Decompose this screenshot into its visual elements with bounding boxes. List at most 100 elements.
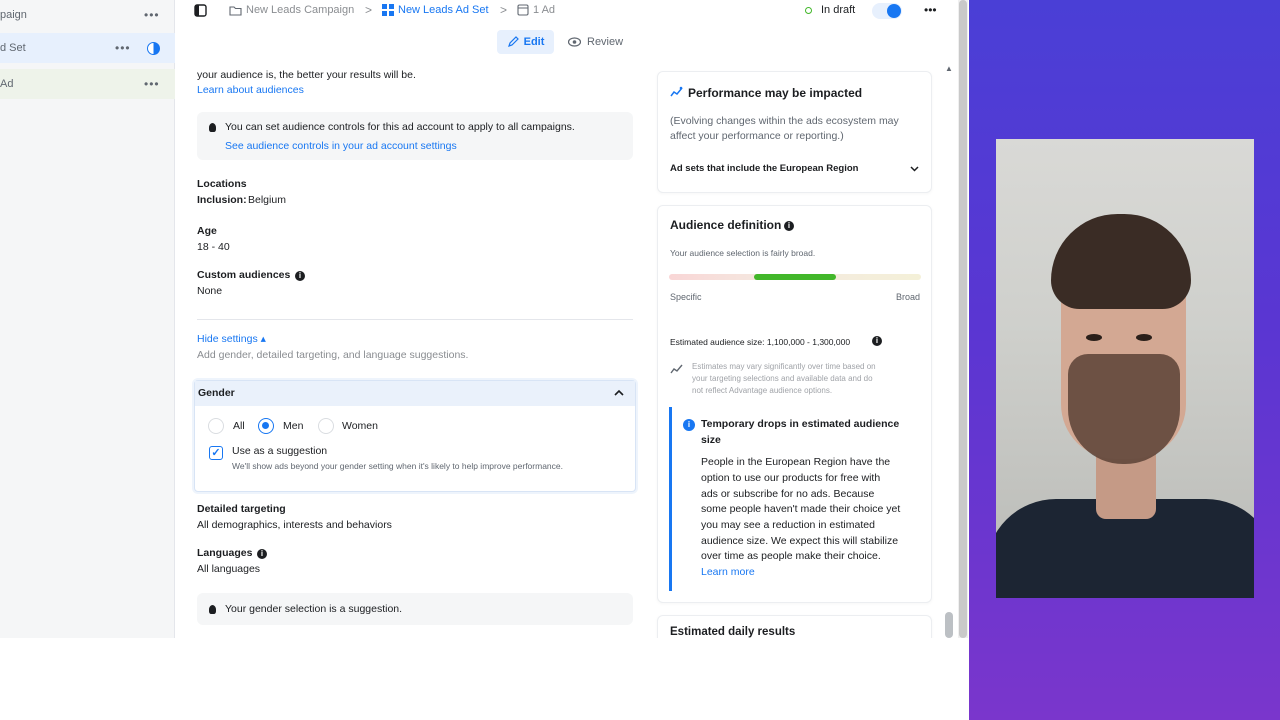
audience-controls-note: You can set audience controls for this a… [197,112,633,160]
panel-scrollbar[interactable]: ▲ [943,62,955,638]
detailed-targeting-title: Detailed targeting [197,503,286,515]
draft-status-icon [805,6,812,14]
sidebar-item-ad[interactable]: Ad ••• [0,69,175,99]
more-options-icon[interactable]: ••• [115,41,131,55]
age-title: Age [197,225,217,237]
panel-scrollbar-thumb[interactable] [945,612,953,638]
estimated-daily-results-title: Estimated daily results [670,626,796,638]
info-icon[interactable]: i [872,336,882,346]
info-icon[interactable]: i [257,549,267,559]
temporary-drops-body: ads or subscribe for no ads. Because [701,488,875,500]
gender-suggestion-text: Your gender selection is a suggestion. [225,603,403,615]
presenter-eye [1136,334,1152,341]
gender-section: Gender All Men Women ✓ Use as a suggesti… [194,380,636,492]
breadcrumb-campaign-label: New Leads Campaign [246,4,355,16]
lightbulb-icon [209,123,216,132]
temporary-drops-notice: i Temporary drops in estimated audience … [669,407,921,591]
inclusion-label: Inclusion: [197,194,247,206]
broad-label: Broad [896,292,921,302]
locations-title: Locations [197,178,247,190]
use-as-suggestion-label: Use as a suggestion [232,445,328,457]
adset-toggle[interactable] [872,3,902,19]
european-region-dropdown[interactable]: Ad sets that include the European Region [658,154,931,184]
info-icon[interactable]: i [784,221,794,231]
info-icon[interactable]: i [295,271,305,281]
breadcrumb-separator: > [365,3,373,17]
breadcrumb-ad-label: 1 Ad [533,4,556,16]
detailed-targeting-value: All demographics, interests and behavior… [197,519,392,531]
more-options-icon[interactable]: ••• [144,77,160,91]
audience-breadth-text: Your audience selection is fairly broad. [670,248,816,258]
estimate-disclaimer: Estimates may vary significantly over ti… [692,362,876,371]
sidebar-toggle-icon[interactable] [194,4,207,17]
webcam-feed [996,139,1254,598]
performance-warning-card: Performance may be impacted (Evolving ch… [657,71,932,193]
tab-review[interactable]: Review [568,30,623,54]
inclusion-value: Belgium [248,194,286,206]
gender-women-radio[interactable] [318,418,334,434]
hide-settings-description: Add gender, detailed targeting, and lang… [197,349,469,361]
grid-icon [382,4,394,16]
sidebar-item-campaign[interactable]: paign ••• [0,0,175,30]
gender-all-label: All [233,420,245,432]
pencil-icon [507,36,519,47]
gender-header[interactable]: Gender [195,381,635,406]
breadcrumb-separator: > [500,3,508,17]
tab-review-label: Review [587,36,624,48]
chevron-down-icon [910,166,919,172]
draft-status: In draft [805,4,855,16]
gender-men-radio[interactable] [258,418,274,434]
breadcrumb-ad[interactable]: 1 Ad [517,4,555,16]
performance-title: Performance may be impacted [688,86,863,100]
campaign-tree-sidebar: paign ••• d Set ••• Ad ••• [0,0,175,638]
learn-about-audiences-link[interactable]: Learn about audiences [197,84,304,96]
temporary-drops-body: you may see a reduction in estimated [701,519,875,531]
tab-edit[interactable]: Edit [497,30,554,54]
window-scrollbar[interactable] [958,0,968,638]
sidebar-item-adset[interactable]: d Set ••• [0,33,175,63]
audience-breadth-indicator [754,274,836,280]
tab-edit-label: Edit [523,36,545,48]
presenter-hair [1051,214,1191,309]
temporary-drops-title: Temporary drops in estimated audience [701,418,900,430]
more-options-icon[interactable]: ••• [924,3,937,17]
temporary-drops-body: some people haven't made their choice ye… [701,503,901,515]
window-scrollbar-thumb[interactable] [959,0,967,638]
ad-icon [517,4,529,16]
sidebar-item-label: d Set [0,42,26,54]
audience-form: your audience is, the better your result… [176,62,644,638]
eye-icon [568,37,581,47]
audience-definition-title: Audience definition [670,218,782,232]
folder-icon [229,5,242,16]
breadcrumb-campaign[interactable]: New Leads Campaign [229,4,354,16]
gender-women-label: Women [342,420,378,432]
hide-settings-link[interactable]: Hide settings ▴ [197,333,266,345]
lightbulb-icon [209,605,216,614]
age-value: 18 - 40 [197,241,230,253]
chevron-up-icon[interactable] [614,389,624,396]
bottom-blank-area [0,638,969,720]
audience-controls-link[interactable]: See audience controls in your ad account… [225,140,457,152]
temporary-drops-body: over time as people make their choice. [701,550,881,562]
divider [197,319,633,320]
scroll-up-icon[interactable]: ▲ [945,64,953,73]
performance-icon [670,86,683,97]
breadcrumb: New Leads Campaign > New Leads Ad Set > … [176,0,968,22]
audience-intro-text: your audience is, the better your result… [197,69,416,81]
info-icon: i [683,419,695,431]
languages-value: All languages [197,563,261,575]
sidebar-item-label: Ad [0,78,14,90]
european-region-label: Ad sets that include the European Region [670,163,859,174]
use-as-suggestion-description: We'll show ads beyond your gender settin… [232,461,563,471]
custom-audiences-value: None [197,285,223,297]
gender-all-radio[interactable] [208,418,224,434]
learn-more-link[interactable]: Learn more [701,566,755,578]
gender-men-label: Men [283,420,304,432]
more-options-icon[interactable]: ••• [144,8,160,22]
breadcrumb-adset[interactable]: New Leads Ad Set [382,4,489,16]
gender-suggestion-note: Your gender selection is a suggestion. [197,593,633,625]
estimate-disclaimer: not reflect Advantage audience options. [692,386,833,395]
delivery-status-icon [147,41,160,55]
specific-label: Specific [670,292,702,302]
use-as-suggestion-checkbox[interactable]: ✓ [209,446,223,460]
